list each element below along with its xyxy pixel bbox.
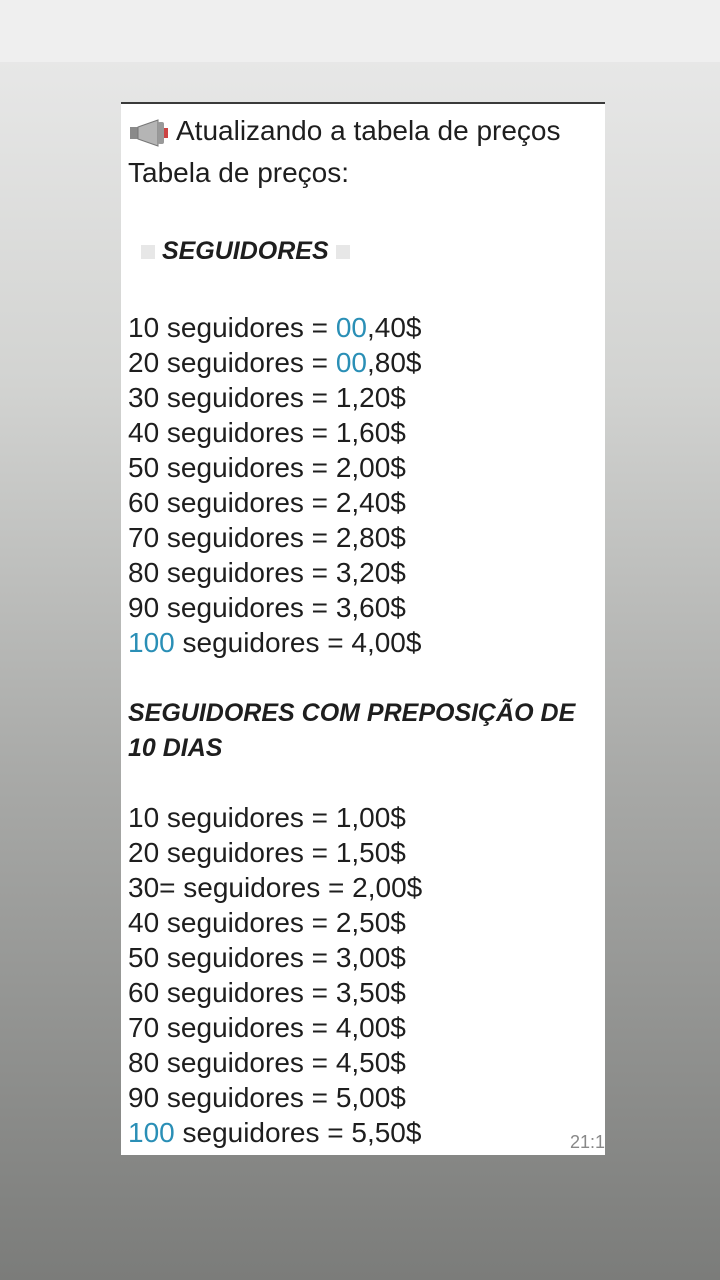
price-row: 90 seguidores = 3,60$ [128,591,406,625]
announcement-line: Atualizando a tabela de preços [128,114,561,148]
price-row: 90 seguidores = 5,00$ [128,1081,406,1115]
price-row: 20 seguidores = 1,50$ [128,836,406,870]
price-row: 70 seguidores = 2,80$ [128,521,406,555]
price-row: 30 seguidores = 1,20$ [128,381,406,415]
price-row: 50 seguidores = 2,00$ [128,451,406,485]
section1-title: SEGUIDORES [141,234,350,268]
price-row-suffix: seguidores = 4,00$ [174,627,422,658]
price-row-text: 60 seguidores = 2,40$ [128,487,406,518]
price-row-highlight: 00 [335,347,367,378]
price-row: 100 seguidores = 5,50$ [128,1116,421,1150]
announcement-text: Atualizando a tabela de preços [176,115,561,146]
price-row-text: 30 seguidores = 1,20$ [128,382,406,413]
section2-title-line1: SEGUIDORES COM PREPOSIÇÃO DE [128,699,576,727]
price-row-highlight: 100 [128,627,175,658]
message-card: Atualizando a tabela de preços Tabela de… [121,102,605,1155]
section1-title-text: SEGUIDORES [161,237,329,265]
price-row: 30= seguidores = 2,00$ [128,871,422,905]
price-row-text: 70 seguidores = 4,00$ [128,1012,406,1043]
price-row-suffix: ,80$ [366,347,422,378]
price-row-text: 40 seguidores = 1,60$ [128,417,406,448]
price-row: 10 seguidores = 1,00$ [128,801,406,835]
price-row-text: 10 seguidores = 1,00$ [128,802,406,833]
price-row-text: 40 seguidores = 2,50$ [128,907,406,938]
price-row-text: 10 seguidores = [128,312,336,343]
price-row-text: 50 seguidores = 3,00$ [128,942,406,973]
price-row: 10 seguidores = 00,40$ [128,311,421,345]
price-row: 60 seguidores = 2,40$ [128,486,406,520]
price-row: 80 seguidores = 4,50$ [128,1046,406,1080]
price-row-text: 30= seguidores = 2,00$ [128,872,423,903]
price-row: 80 seguidores = 3,20$ [128,556,406,590]
price-row-text: 20 seguidores = [128,347,336,378]
square-icon [335,245,350,260]
price-row-suffix: seguidores = 5,50$ [174,1117,422,1148]
megaphone-icon [130,118,168,147]
square-icon [141,245,155,260]
price-row: 20 seguidores = 00,80$ [128,346,421,380]
price-row-text: 60 seguidores = 3,50$ [128,977,406,1008]
section2-title-line2: 10 DIAS [128,734,223,762]
price-row: 100 seguidores = 4,00$ [128,626,421,660]
price-row-suffix: ,40$ [366,312,422,343]
price-row: 50 seguidores = 3,00$ [128,941,406,975]
price-row-highlight: 00 [335,312,367,343]
price-row: 40 seguidores = 1,60$ [128,416,406,450]
subtitle: Tabela de preços: [128,157,350,188]
timestamp: 21:1 [569,1132,605,1152]
price-row-text: 90 seguidores = 3,60$ [128,592,406,623]
price-row-text: 50 seguidores = 2,00$ [128,452,406,483]
price-row-text: 80 seguidores = 3,20$ [128,557,406,588]
price-row-text: 90 seguidores = 5,00$ [128,1082,406,1113]
price-row-text: 20 seguidores = 1,50$ [128,837,406,868]
price-row-text: 70 seguidores = 2,80$ [128,522,406,553]
top-bar [0,0,720,62]
price-row: 40 seguidores = 2,50$ [128,906,406,940]
price-row: 70 seguidores = 4,00$ [128,1011,406,1045]
price-row: 60 seguidores = 3,50$ [128,976,406,1010]
price-row-highlight: 100 [128,1117,175,1148]
price-row-text: 80 seguidores = 4,50$ [128,1047,406,1078]
